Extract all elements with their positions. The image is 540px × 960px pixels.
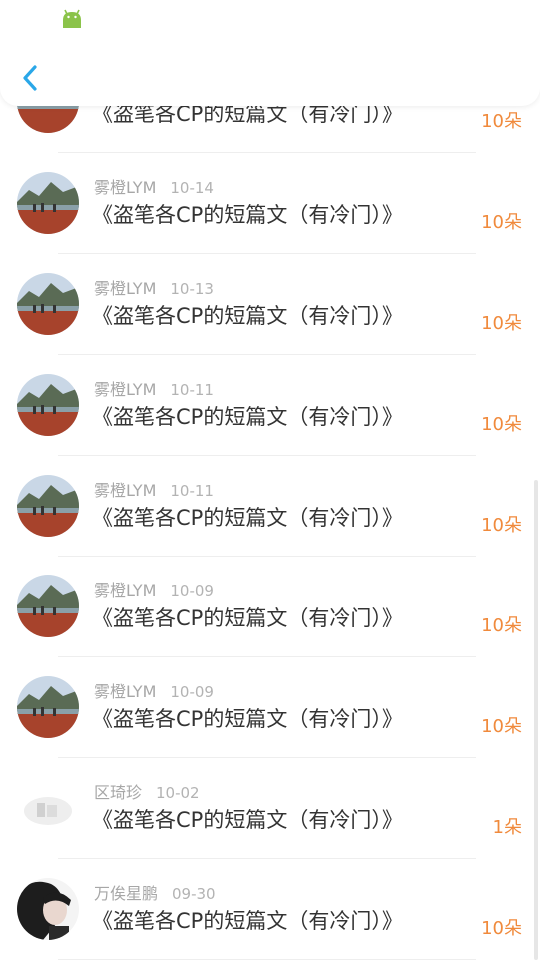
user-name[interactable]: 雾橙LYM xyxy=(94,178,156,197)
list-item[interactable]: 雾橙LYM 10-09 《盗笔各CP的短篇文（有冷门）》 10朵 xyxy=(0,657,540,758)
flower-count: 10朵 xyxy=(481,918,522,939)
user-name[interactable]: 万俟星鹏 xyxy=(94,884,158,903)
user-name[interactable]: 雾橙LYM xyxy=(94,380,156,399)
post-date: 10-13 xyxy=(170,280,214,298)
flower-count: 10朵 xyxy=(481,716,522,737)
post-meta: 区琦珍 10-02 xyxy=(94,779,200,803)
flower-count: 10朵 xyxy=(481,212,522,233)
avatar xyxy=(17,374,79,436)
list-item[interactable]: 雾橙LYM 10-11 《盗笔各CP的短篇文（有冷门）》 10朵 xyxy=(0,355,540,456)
avatar xyxy=(17,273,79,335)
flower-count: 10朵 xyxy=(481,515,522,536)
list-item[interactable]: 雾橙LYM 10-11 《盗笔各CP的短篇文（有冷门）》 10朵 xyxy=(0,456,540,557)
avatar xyxy=(17,777,79,839)
android-icon xyxy=(61,8,83,30)
post-meta: 雾橙LYM 10-09 xyxy=(94,577,214,601)
flower-count: 10朵 xyxy=(481,111,522,132)
list-item[interactable]: 雾橙LYM 10-14 《盗笔各CP的短篇文（有冷门）》 10朵 xyxy=(0,153,540,254)
user-name[interactable]: 雾橙LYM xyxy=(94,481,156,500)
post-date: 09-30 xyxy=(172,885,216,903)
flower-count: 10朵 xyxy=(481,414,522,435)
post-title: 《盗笔各CP的短篇文（有冷门）》 xyxy=(92,808,403,832)
list-item[interactable]: 区琦珍 10-02 《盗笔各CP的短篇文（有冷门）》 1朵 xyxy=(0,758,540,859)
user-name[interactable]: 区琦珍 xyxy=(94,783,142,802)
post-date: 10-02 xyxy=(156,784,200,802)
post-meta: 雾橙LYM 10-11 xyxy=(94,477,214,501)
post-title: 《盗笔各CP的短篇文（有冷门）》 xyxy=(92,909,403,933)
list-item[interactable]: 雾橙LYM 10-09 《盗笔各CP的短篇文（有冷门）》 10朵 xyxy=(0,556,540,657)
list-item[interactable]: 万俟星鹏 09-30 《盗笔各CP的短篇文（有冷门）》 10朵 xyxy=(0,859,540,960)
post-date: 10-11 xyxy=(170,381,214,399)
avatar xyxy=(17,172,79,234)
post-title: 《盗笔各CP的短篇文（有冷门）》 xyxy=(92,506,403,530)
post-meta: 雾橙LYM 10-14 xyxy=(94,174,214,198)
post-date: 10-09 xyxy=(170,582,214,600)
post-meta: 雾橙LYM 10-09 xyxy=(94,678,214,702)
flower-count: 10朵 xyxy=(481,615,522,636)
flower-count: 10朵 xyxy=(481,313,522,334)
chevron-left-icon xyxy=(23,65,37,91)
back-button[interactable] xyxy=(14,60,50,96)
post-meta: 雾橙LYM 10-13 xyxy=(94,275,214,299)
post-meta: 万俟星鹏 09-30 xyxy=(94,880,216,904)
post-meta: 雾橙LYM 10-11 xyxy=(94,376,214,400)
post-title: 《盗笔各CP的短篇文（有冷门）》 xyxy=(92,203,403,227)
scrollbar[interactable] xyxy=(534,480,538,960)
user-name[interactable]: 雾橙LYM xyxy=(94,279,156,298)
post-title: 《盗笔各CP的短篇文（有冷门）》 xyxy=(92,405,403,429)
post-title: 《盗笔各CP的短篇文（有冷门）》 xyxy=(92,707,403,731)
user-name[interactable]: 雾橙LYM xyxy=(94,581,156,600)
avatar xyxy=(17,676,79,738)
post-date: 10-09 xyxy=(170,683,214,701)
list-item[interactable]: 雾橙LYM 10-13 《盗笔各CP的短篇文（有冷门）》 10朵 xyxy=(0,254,540,355)
record-list: 《盗笔各CP的短篇文（有冷门）》 10朵 雾橙LYM 10-14 《盗笔各CP的短… xyxy=(0,0,540,960)
post-date: 10-11 xyxy=(170,482,214,500)
top-bar xyxy=(0,0,540,106)
post-date: 10-14 xyxy=(170,179,214,197)
post-title: 《盗笔各CP的短篇文（有冷门）》 xyxy=(92,606,403,630)
flower-count: 1朵 xyxy=(492,817,522,838)
avatar xyxy=(17,575,79,637)
post-title: 《盗笔各CP的短篇文（有冷门）》 xyxy=(92,304,403,328)
user-name[interactable]: 雾橙LYM xyxy=(94,682,156,701)
avatar xyxy=(17,475,79,537)
avatar xyxy=(17,878,79,940)
